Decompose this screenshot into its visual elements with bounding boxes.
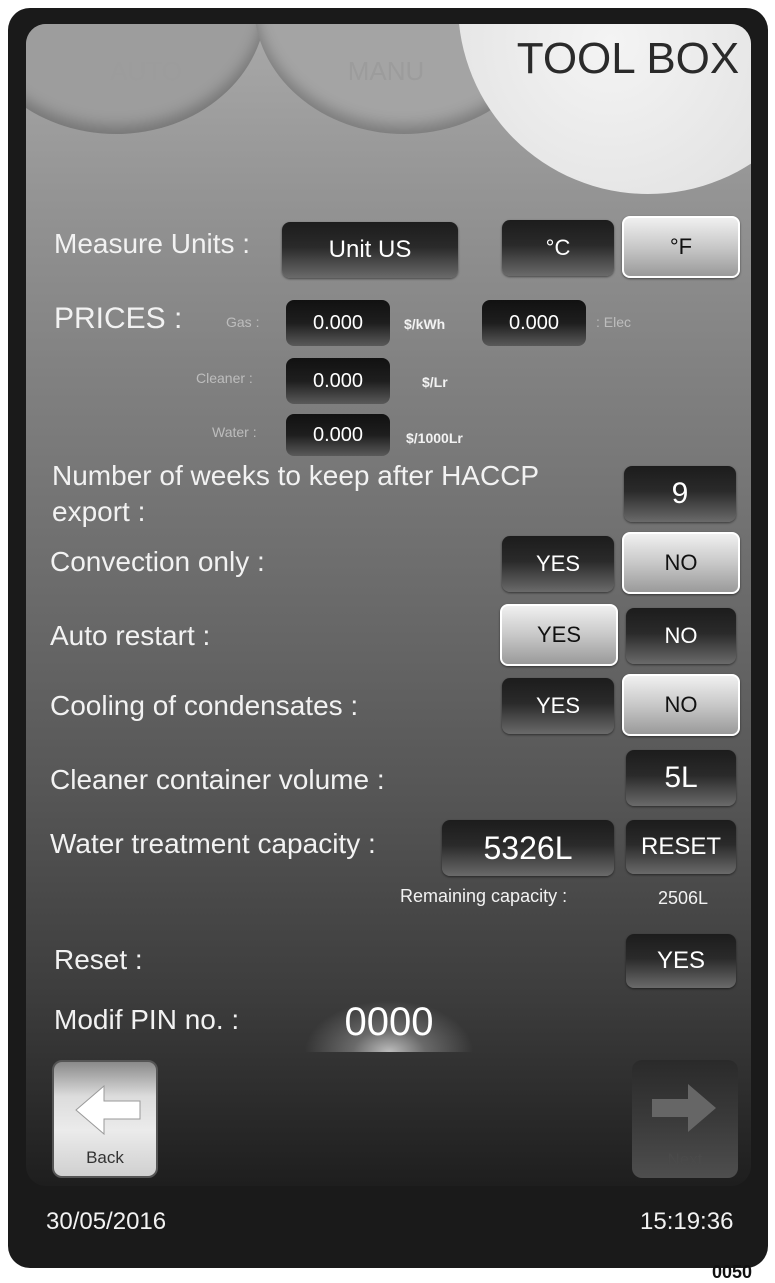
- tab-manu-label: MANU: [347, 56, 425, 86]
- figure-code: 0050: [712, 1262, 753, 1282]
- auto-restart-yes-button[interactable]: YES: [500, 604, 618, 666]
- date-display: 30/05/2016: [46, 1208, 167, 1235]
- auto-restart-no-button[interactable]: NO: [626, 608, 736, 664]
- cooling-no-button[interactable]: NO: [622, 674, 740, 736]
- remaining-capacity-label: Remaining capacity :: [400, 886, 568, 906]
- elec-label: : Elec: [596, 314, 632, 330]
- haccp-weeks-input[interactable]: 9: [624, 466, 736, 522]
- haccp-label-line2: export :: [52, 496, 146, 527]
- water-unit-label: $/1000Lr: [406, 430, 463, 446]
- celsius-button[interactable]: °C: [502, 220, 614, 276]
- cleaner-unit-label: $/Lr: [422, 374, 448, 390]
- water-price-input[interactable]: 0.000: [286, 414, 390, 456]
- cleaner-price-input[interactable]: 0.000: [286, 358, 390, 404]
- remaining-capacity-value: 2506L: [658, 888, 709, 908]
- device-frame: AUTO MANU TOOL BOX Measure Units : Unit …: [8, 8, 768, 1268]
- tab-auto-label: AUTO: [110, 56, 182, 86]
- arrow-right-icon: [652, 1084, 716, 1132]
- gas-label: Gas :: [226, 314, 260, 330]
- water-treatment-label: Water treatment capacity :: [50, 828, 376, 859]
- measure-units-label: Measure Units :: [54, 228, 251, 259]
- elec-price-input[interactable]: 0.000: [482, 300, 586, 346]
- reset-yes-button[interactable]: YES: [626, 934, 736, 988]
- auto-restart-label: Auto restart :: [50, 620, 211, 651]
- water-capacity-input[interactable]: 5326L: [442, 820, 614, 876]
- water-label: Water :: [212, 424, 257, 440]
- gas-unit-label: $/kWh: [404, 316, 446, 332]
- screen: AUTO MANU TOOL BOX Measure Units : Unit …: [26, 24, 751, 1186]
- cleaner-volume-input[interactable]: 5L: [626, 750, 736, 806]
- convection-no-button[interactable]: NO: [622, 532, 740, 594]
- fahrenheit-button[interactable]: °F: [622, 216, 740, 278]
- gas-price-input[interactable]: 0.000: [286, 300, 390, 346]
- cleaner-label: Cleaner :: [196, 370, 253, 386]
- water-reset-button[interactable]: RESET: [626, 820, 736, 874]
- cleaner-volume-label: Cleaner container volume :: [50, 764, 385, 795]
- time-display: 15:19:36: [640, 1208, 734, 1235]
- back-button[interactable]: Back: [52, 1060, 158, 1178]
- haccp-label-line1: Number of weeks to keep after HACCP: [52, 460, 540, 491]
- convection-yes-button[interactable]: YES: [502, 536, 614, 592]
- back-label: Back: [86, 1148, 124, 1167]
- reset-label: Reset :: [54, 944, 143, 975]
- cooling-label: Cooling of condensates :: [50, 690, 359, 721]
- next-label: Next: [667, 1150, 703, 1169]
- page-title: TOOL BOX: [516, 34, 740, 83]
- cooling-yes-button[interactable]: YES: [502, 678, 614, 734]
- next-button[interactable]: Next: [632, 1060, 738, 1178]
- unit-system-button[interactable]: Unit US: [282, 222, 458, 278]
- pin-input[interactable]: 0000: [304, 1000, 474, 1052]
- arrow-left-icon: [75, 1084, 141, 1136]
- prices-label: PRICES :: [54, 302, 183, 335]
- pin-label: Modif PIN no. :: [54, 1004, 240, 1035]
- convection-label: Convection only :: [50, 546, 265, 577]
